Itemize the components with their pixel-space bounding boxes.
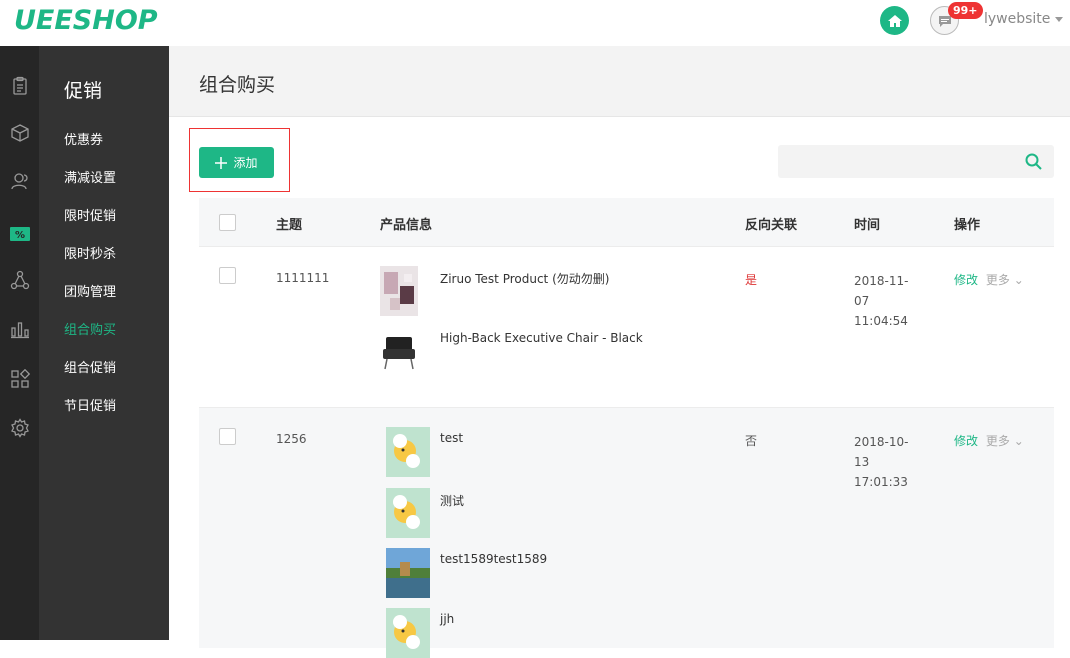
sub-menu: 促销 优惠券 满减设置 限时促销 限时秒杀 团购管理 组合购买 组合促销 节日促… [39, 46, 169, 640]
more-menu[interactable]: 更多 [986, 273, 1010, 287]
row-checkbox[interactable] [219, 428, 236, 445]
time-line: 11:04:54 [854, 314, 908, 328]
table-row: 1256 test 测试 test1589test1589 jjh 否 2018… [199, 408, 1054, 658]
table-row: 1111111 Ziruo Test Product (勿动勿删) High-B… [199, 247, 1054, 408]
product-thumbnail[interactable] [380, 608, 430, 658]
icon-sidebar: % [0, 46, 39, 640]
product-name[interactable]: test1589test1589 [440, 552, 547, 566]
reverse-link-value: 否 [745, 434, 758, 448]
edit-link[interactable]: 修改 [954, 434, 978, 448]
row-actions: 修改 更多 ⌄ [954, 271, 1024, 288]
row-subject: 1256 [276, 432, 307, 446]
submenu-item-discount[interactable]: 满减设置 [64, 167, 116, 186]
svg-text:%: % [14, 230, 24, 241]
home-button[interactable] [880, 6, 909, 35]
submenu-item-bundle-buy[interactable]: 组合购买 [64, 319, 116, 338]
row-checkbox[interactable] [219, 267, 236, 284]
header-ops: 操作 [954, 218, 981, 233]
product-thumbnail[interactable] [380, 427, 430, 477]
search-icon[interactable] [1025, 153, 1042, 170]
apps-icon[interactable] [9, 368, 30, 389]
table-header: 主题 产品信息 反向关联 时间 操作 [199, 198, 1054, 247]
product-name[interactable]: jjh [440, 612, 454, 626]
username[interactable]: lywebsite [984, 11, 1050, 27]
chevron-down-icon[interactable]: ⌄ [1014, 273, 1024, 287]
add-button-label: 添加 [233, 156, 258, 170]
share-icon[interactable] [9, 269, 30, 290]
row-actions: 修改 更多 ⌄ [954, 432, 1024, 449]
product-name[interactable]: High-Back Executive Chair - Black [440, 331, 643, 345]
time-line: 2018-11- [854, 274, 909, 288]
submenu-item-timed-promo[interactable]: 限时促销 [64, 205, 116, 224]
submenu-item-bundle-promo[interactable]: 组合促销 [64, 357, 116, 376]
chart-icon[interactable] [9, 318, 30, 339]
product-thumbnail[interactable] [380, 488, 430, 538]
page-title: 组合购买 [199, 74, 276, 96]
box-icon[interactable] [9, 122, 30, 143]
time-line: 13 [854, 455, 870, 469]
product-thumbnail[interactable] [380, 327, 418, 377]
time-line: 17:01:33 [854, 475, 908, 489]
product-thumbnail[interactable] [380, 548, 430, 598]
search-box [778, 145, 1054, 178]
product-name[interactable]: Ziruo Test Product (勿动勿删) [440, 270, 609, 287]
main-content: 组合购买 添加 主题 产品信息 反向关联 时间 操作 1111111 Ziruo… [169, 46, 1070, 658]
header-subject: 主题 [276, 218, 303, 233]
header-time: 时间 [854, 218, 881, 233]
notification-badge: 99+ [948, 2, 983, 19]
more-menu[interactable]: 更多 [986, 434, 1010, 448]
submenu-item-flash-sale[interactable]: 限时秒杀 [64, 243, 116, 262]
product-name[interactable]: 测试 [440, 492, 464, 509]
submenu-item-coupon[interactable]: 优惠券 [64, 129, 103, 148]
home-icon [887, 14, 902, 27]
chevron-down-icon[interactable] [1055, 17, 1063, 22]
header-product: 产品信息 [380, 218, 433, 233]
page-header: 组合购买 [169, 46, 1070, 117]
reverse-link-value: 是 [745, 273, 758, 287]
logo[interactable]: UEESHOP [14, 5, 158, 36]
product-name[interactable]: test [440, 431, 463, 445]
submenu-item-holiday-promo[interactable]: 节日促销 [64, 395, 116, 414]
edit-link[interactable]: 修改 [954, 273, 978, 287]
select-all-checkbox[interactable] [219, 214, 236, 231]
search-input[interactable] [778, 145, 1018, 178]
row-subject: 1111111 [276, 271, 330, 285]
header-reverse: 反向关联 [745, 218, 798, 233]
submenu-item-group-buy[interactable]: 团购管理 [64, 281, 116, 300]
users-icon[interactable] [9, 170, 30, 191]
plus-icon [215, 156, 228, 169]
top-bar: UEESHOP 99+ lywebsite [0, 0, 1070, 46]
submenu-title: 促销 [64, 80, 103, 102]
chevron-down-icon[interactable]: ⌄ [1014, 434, 1024, 448]
time-line: 07 [854, 294, 870, 308]
clipboard-icon[interactable] [9, 75, 30, 96]
time-line: 2018-10- [854, 435, 909, 449]
add-button[interactable]: 添加 [199, 147, 274, 178]
row-time: 2018-11- 07 11:04:54 [854, 271, 908, 331]
product-thumbnail[interactable] [380, 266, 418, 316]
promo-icon[interactable]: % [0, 219, 39, 249]
row-time: 2018-10- 13 17:01:33 [854, 432, 908, 492]
gear-icon[interactable] [9, 417, 30, 438]
